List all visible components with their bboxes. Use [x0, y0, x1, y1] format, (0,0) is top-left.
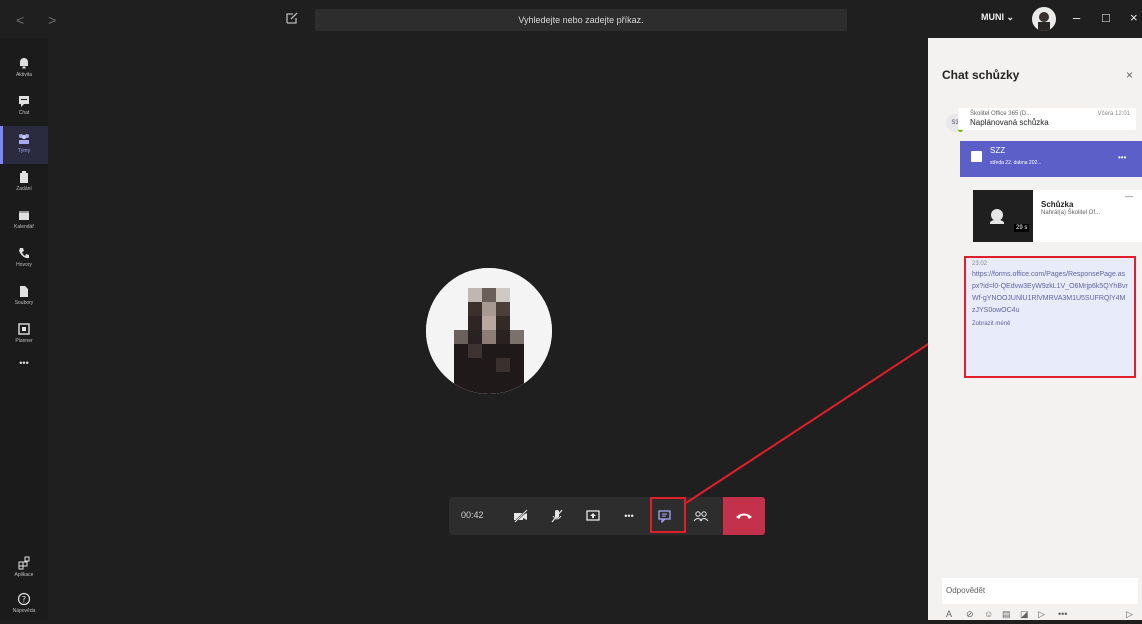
- message-time: 23:02: [972, 261, 988, 267]
- meeting-card[interactable]: SZZ středa 22. dubna 202... •••: [960, 141, 1142, 177]
- panel-title: Chat schůzky: [942, 68, 1020, 82]
- bell-icon: [20, 58, 28, 69]
- rail-label: Nápověda: [12, 608, 36, 614]
- rail-item-apps[interactable]: Aplikace: [0, 550, 48, 588]
- call-timer: 00:42: [461, 510, 484, 520]
- maximize-button[interactable]: □: [1102, 10, 1110, 25]
- chat-icon: [19, 96, 29, 107]
- new-chat-icon[interactable]: [284, 10, 300, 26]
- emoji-icon[interactable]: ☺: [984, 609, 993, 619]
- tenant-label: MUNI: [981, 12, 1004, 22]
- tenant-switcher[interactable]: MUNI ⌄: [981, 12, 1014, 23]
- composer-toolbar: A ⊘ ☺ ▤ ◪ ▷ ••• ▷: [946, 609, 1140, 621]
- rail-label: Soubory: [14, 300, 34, 306]
- title-bar: < > Vyhledejte nebo zadejte příkaz. MUNI…: [0, 0, 1142, 38]
- reply-input[interactable]: Odpovědět: [942, 578, 1138, 604]
- apps-icon: [18, 556, 30, 570]
- share-screen-button[interactable]: [577, 497, 609, 535]
- mic-off-icon: [551, 509, 563, 523]
- mic-toggle-button[interactable]: [541, 497, 573, 535]
- format-icon[interactable]: A: [946, 609, 952, 619]
- chevron-down-icon: ⌄: [1006, 12, 1015, 22]
- recording-more-button[interactable]: —: [1125, 192, 1133, 201]
- search-input[interactable]: Vyhledejte nebo zadejte příkaz.: [315, 9, 847, 31]
- chat-message: Školitel Office 365 (D... Včera 12:01 Na…: [958, 108, 1136, 130]
- rail-label: Aplikace: [14, 572, 34, 578]
- show-less-link[interactable]: Zobrazit méně: [972, 321, 1128, 327]
- more-options-icon[interactable]: •••: [1058, 609, 1067, 619]
- rail-label: Aktivita: [15, 72, 33, 78]
- assignments-icon: [20, 171, 28, 183]
- calendar-icon: [971, 151, 982, 162]
- files-icon: [20, 286, 28, 297]
- rail-item-teams[interactable]: Týmy: [0, 126, 48, 164]
- chat-button-highlight: [650, 497, 686, 533]
- rail-item-assignments[interactable]: Zadání: [0, 164, 48, 202]
- meeting-chat-panel: Chat schůzky × S3 Školitel Office 365 (D…: [928, 38, 1142, 620]
- close-panel-button[interactable]: ×: [1126, 68, 1133, 82]
- teams-icon: [19, 134, 29, 144]
- camera-toggle-button[interactable]: [505, 497, 537, 535]
- phone-icon: [19, 248, 29, 259]
- meeting-more-button[interactable]: •••: [1118, 153, 1126, 162]
- rail-label: Kalendář: [13, 224, 34, 230]
- rail-label: Hovory: [16, 262, 32, 268]
- hang-up-button[interactable]: [723, 497, 765, 535]
- meeting-title: SZZ: [990, 146, 1006, 155]
- rail-item-help[interactable]: ? Nápověda: [0, 586, 48, 624]
- forms-link[interactable]: https://forms.office.com/Pages/ResponseP…: [972, 269, 1128, 317]
- rail-item-chat[interactable]: Chat: [0, 88, 48, 126]
- rail-more-button[interactable]: •••: [0, 358, 48, 378]
- rail-label: Zadání: [16, 186, 32, 192]
- send-icon[interactable]: ▷: [1126, 609, 1133, 620]
- recording-duration: 29 s: [1014, 224, 1030, 232]
- recording-card[interactable]: 29 s Schůzka Nahrál(a) Školitel Of... —: [973, 190, 1142, 242]
- more-actions-button[interactable]: •••: [613, 497, 645, 535]
- planner-icon: [18, 323, 30, 335]
- meeting-date: středa 22. dubna 202...: [990, 160, 1042, 166]
- help-icon: ?: [17, 592, 31, 606]
- caller-avatar: [426, 268, 552, 394]
- message-time: Včera 12:01: [1097, 111, 1130, 117]
- camera-off-icon: [514, 509, 528, 523]
- recording-subtitle: Nahrál(a) Školitel Of...: [1041, 210, 1101, 216]
- rail-item-files[interactable]: Soubory: [0, 278, 48, 316]
- share-screen-icon: [586, 510, 600, 521]
- participants-icon: [693, 511, 709, 522]
- user-avatar[interactable]: [1032, 7, 1056, 31]
- rail-item-activity[interactable]: Aktivita: [0, 50, 48, 88]
- rail-item-calls[interactable]: Hovory: [0, 240, 48, 278]
- link-message: 23:02 https://forms.office.com/Pages/Res…: [964, 256, 1136, 378]
- recording-thumbnail: [973, 190, 1033, 242]
- gif-icon[interactable]: ▤: [1002, 609, 1011, 620]
- participants-button[interactable]: [685, 497, 717, 535]
- call-controls: 00:42 •••: [449, 497, 765, 535]
- recording-title: Schůzka: [1041, 200, 1074, 209]
- rail-label: Týmy: [17, 148, 31, 154]
- active-indicator: [0, 126, 3, 164]
- minimize-button[interactable]: –: [1073, 10, 1080, 25]
- message-text: Naplánovaná schůzka: [970, 118, 1049, 127]
- nav-arrows[interactable]: < >: [16, 12, 66, 28]
- app-rail: Aktivita Chat Týmy Zadání Kalendář Hovor…: [0, 38, 48, 620]
- rail-item-planner[interactable]: Planner: [0, 316, 48, 354]
- rail-label: Planner: [15, 338, 33, 344]
- calendar-icon: [19, 211, 29, 220]
- rail-item-calendar[interactable]: Kalendář: [0, 202, 48, 240]
- attach-icon[interactable]: ⊘: [966, 609, 974, 620]
- close-window-button[interactable]: ×: [1130, 10, 1138, 25]
- rail-label: Chat: [18, 110, 30, 116]
- sticker-icon[interactable]: ◪: [1020, 609, 1029, 620]
- svg-text:?: ?: [22, 595, 26, 604]
- hang-up-icon: [736, 513, 752, 519]
- meet-icon[interactable]: ▷: [1038, 609, 1045, 620]
